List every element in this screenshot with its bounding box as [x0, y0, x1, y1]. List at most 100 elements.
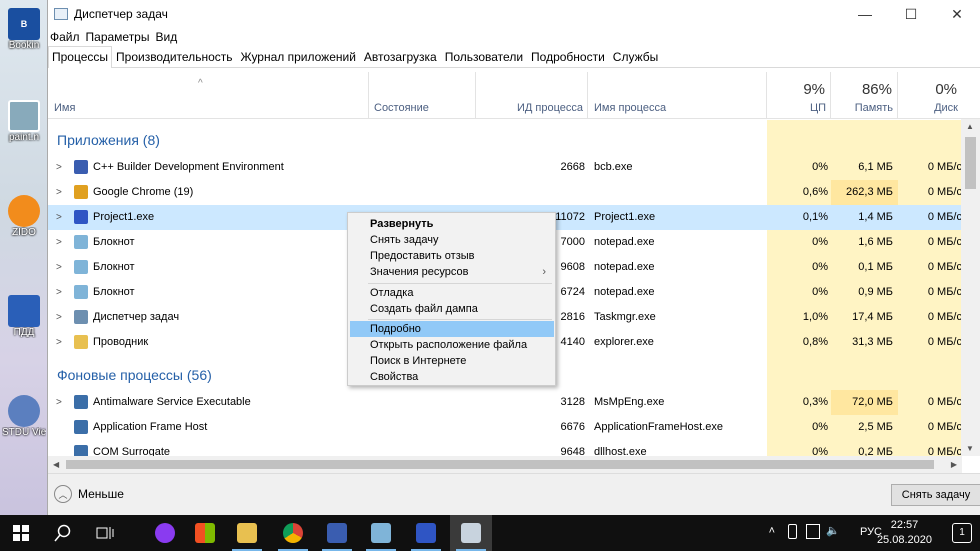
expand-chevron-icon[interactable]: > — [56, 255, 62, 280]
column-header-disk[interactable]: 0% Диск — [898, 72, 962, 119]
start-button[interactable] — [0, 515, 42, 551]
end-task-button[interactable]: Снять задачу — [891, 484, 980, 506]
taskbar-project1[interactable] — [405, 515, 447, 551]
process-image-name: dllhost.exe — [594, 446, 647, 456]
desktop-shortcut-paint[interactable]: paint.n — [2, 100, 46, 143]
horizontal-scroll-thumb[interactable] — [66, 460, 934, 469]
menu-view[interactable]: Вид — [155, 30, 177, 44]
desktop-shortcut-zido[interactable]: ZIDO — [2, 195, 46, 238]
display-icon[interactable] — [806, 524, 820, 539]
menu-item-expand[interactable]: Развернуть — [350, 216, 554, 232]
maximize-button[interactable]: ☐ — [888, 0, 934, 28]
zido-icon — [8, 195, 40, 227]
search-button[interactable] — [42, 515, 84, 551]
service-icon — [74, 420, 88, 434]
expand-chevron-icon[interactable]: > — [56, 390, 62, 415]
taskbar-store[interactable] — [184, 515, 226, 551]
cpu-total: 9% — [803, 81, 825, 98]
menu-options[interactable]: Параметры — [86, 30, 150, 44]
expand-chevron-icon[interactable]: > — [56, 330, 62, 355]
taskbar-task-manager[interactable] — [450, 515, 492, 551]
show-hidden-icons-button[interactable]: ˄ — [769, 525, 775, 537]
process-image-name: Project1.exe — [594, 211, 656, 223]
project-icon — [416, 523, 436, 543]
menu-bar: Файл Параметры Вид — [48, 28, 980, 46]
column-header-image[interactable]: Имя процесса — [588, 72, 767, 119]
vertical-scroll-thumb[interactable] — [965, 137, 976, 189]
tab-performance[interactable]: Производительность — [112, 46, 236, 67]
scroll-up-icon[interactable]: ▲ — [966, 122, 974, 131]
menu-item-end-task[interactable]: Снять задачу — [350, 232, 554, 248]
process-disk: 0 МБ/с — [927, 311, 962, 323]
menu-item-search-online[interactable]: Поиск в Интернете — [350, 353, 554, 369]
column-header-name[interactable]: ^ Имя — [48, 72, 369, 119]
expand-chevron-icon[interactable]: > — [56, 280, 62, 305]
clock[interactable]: 22:57 25.08.2020 — [877, 518, 932, 548]
notepad-icon — [74, 235, 88, 249]
tab-users[interactable]: Пользователи — [441, 46, 527, 67]
process-name: Google Chrome (19) — [93, 186, 194, 198]
menu-item-feedback[interactable]: Предоставить отзыв — [350, 248, 554, 264]
scroll-right-icon[interactable]: ▶ — [951, 460, 957, 469]
taskbar-chrome[interactable] — [272, 515, 314, 551]
vertical-scrollbar[interactable]: ▲ ▼ — [961, 119, 980, 456]
menu-item-properties[interactable]: Свойства — [350, 369, 554, 385]
column-header-memory[interactable]: 86% Память — [831, 72, 898, 119]
volume-icon[interactable]: 🔈 — [826, 524, 840, 537]
process-pid: 6676 — [560, 421, 585, 433]
task-view-button[interactable] — [84, 515, 126, 551]
title-bar[interactable]: Диспетчер задач — ☐ ✕ — [48, 0, 980, 28]
desktop-shortcut-booking[interactable]: B Bookin — [2, 8, 46, 51]
scroll-left-icon[interactable]: ◀ — [53, 460, 59, 469]
group-header-apps[interactable]: Приложения (8) — [57, 132, 160, 148]
column-header-status[interactable]: Состояние — [369, 72, 476, 119]
chevron-right-icon: › — [542, 266, 546, 278]
tab-details[interactable]: Подробности — [527, 46, 609, 67]
tab-processes[interactable]: Процессы — [48, 46, 113, 68]
taskbar-notepad[interactable] — [360, 515, 402, 551]
tab-services[interactable]: Службы — [609, 46, 662, 67]
booking-icon: B — [8, 8, 40, 40]
paint-icon — [8, 100, 40, 132]
notification-center-button[interactable]: 1 — [952, 523, 972, 543]
process-row[interactable]: >COM Surrogate9648dllhost.exe0%0,2 МБ0 М… — [48, 440, 962, 456]
menu-item-resource-values[interactable]: Значения ресурсов › — [350, 264, 554, 280]
process-image-name: notepad.exe — [594, 261, 655, 273]
desktop-shortcut-pdd[interactable]: ПДД — [2, 295, 46, 338]
process-row[interactable]: > Antimalware Service Executable 3128 MsMpE… — [48, 390, 962, 415]
expand-chevron-icon[interactable]: > — [56, 230, 62, 255]
chrome-icon — [74, 185, 88, 199]
fewer-details-button[interactable]: ︿ Меньше — [54, 485, 124, 503]
column-header-pid[interactable]: ИД процесса — [476, 72, 588, 119]
menu-item-create-dump[interactable]: Создать файл дампа — [350, 301, 554, 317]
phone-icon[interactable] — [788, 524, 797, 539]
tab-app-history[interactable]: Журнал приложений — [237, 46, 360, 67]
close-button[interactable]: ✕ — [934, 0, 980, 28]
menu-separator — [368, 319, 552, 320]
process-image-name: ApplicationFrameHost.exe — [594, 421, 724, 433]
process-row[interactable]: >Application Frame Host6676ApplicationFr… — [48, 415, 962, 440]
context-menu: Развернуть Снять задачу Предоставить отз… — [347, 212, 556, 386]
process-disk: 0 МБ/с — [927, 421, 962, 433]
expand-chevron-icon[interactable]: > — [56, 205, 62, 230]
taskbar-alice[interactable] — [144, 515, 186, 551]
menu-item-debug[interactable]: Отладка — [350, 285, 554, 301]
horizontal-scrollbar[interactable]: ◀ ▶ — [48, 456, 962, 473]
menu-item-open-file-location[interactable]: Открыть расположение файла — [350, 337, 554, 353]
expand-chevron-icon[interactable]: > — [56, 155, 62, 180]
menu-file[interactable]: Файл — [50, 30, 80, 44]
column-header-cpu[interactable]: 9% ЦП — [767, 72, 831, 119]
taskbar-cpp-builder[interactable] — [316, 515, 358, 551]
expand-chevron-icon[interactable]: > — [56, 180, 62, 205]
process-row[interactable]: > C++ Builder Development Environment 2668… — [48, 155, 962, 180]
expand-chevron-icon[interactable]: > — [56, 305, 62, 330]
minimize-button[interactable]: — — [842, 0, 888, 28]
notepad-icon — [74, 260, 88, 274]
tab-startup[interactable]: Автозагрузка — [360, 46, 441, 67]
group-header-background[interactable]: Фоновые процессы (56) — [57, 367, 212, 383]
scroll-down-icon[interactable]: ▼ — [966, 444, 974, 453]
menu-item-go-to-details[interactable]: Подробно — [350, 321, 554, 337]
process-row[interactable]: > Google Chrome (19) 0,6% 262,3 МБ 0 МБ/с — [48, 180, 962, 205]
taskbar-explorer[interactable] — [226, 515, 268, 551]
desktop-shortcut-stdu[interactable]: STDU Vie — [2, 395, 46, 438]
